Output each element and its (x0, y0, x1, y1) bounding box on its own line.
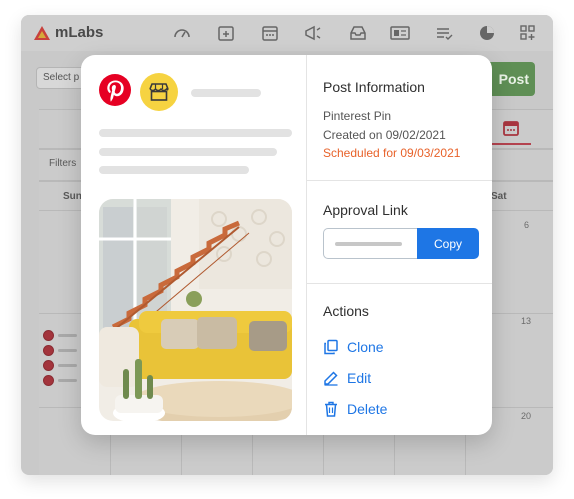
edit-action[interactable]: Edit (323, 370, 371, 386)
clone-icon (324, 339, 338, 355)
scheduled-pin-icon[interactable] (43, 375, 54, 386)
post-type: Pinterest Pin (323, 109, 392, 123)
post-detail-modal: Post Information Pinterest Pin Created o… (81, 55, 492, 435)
brand-name: mLabs (55, 24, 104, 41)
calendar-view-toggle[interactable] (491, 111, 531, 145)
scheduled-pin-icon[interactable] (43, 330, 54, 341)
new-post-button[interactable]: Post (487, 62, 535, 96)
scheduled-post-bar[interactable] (58, 364, 77, 367)
copy-link-button[interactable]: Copy (417, 228, 479, 259)
approval-link-title: Approval Link (323, 202, 408, 218)
inbox-icon[interactable] (348, 23, 368, 43)
scheduled-post-bar[interactable] (58, 334, 77, 337)
top-nav-bar: mLabs (21, 15, 553, 51)
section-divider (307, 180, 492, 181)
megaphone-icon[interactable] (303, 23, 323, 43)
actions-title: Actions (323, 303, 369, 319)
report-icon[interactable] (390, 23, 410, 43)
caption-placeholder-line (99, 129, 292, 137)
section-divider (307, 283, 492, 284)
calendar-date[interactable]: 6 (524, 220, 529, 230)
post-preview-panel (81, 55, 306, 435)
clone-label: Clone (347, 339, 384, 355)
approval-link-field[interactable] (323, 228, 418, 259)
scheduled-pin-icon[interactable] (43, 360, 54, 371)
filters-label[interactable]: Filters (49, 158, 76, 169)
post-button-label: Post (498, 71, 529, 87)
scheduled-pin-icon[interactable] (43, 345, 54, 356)
approval-icon[interactable] (434, 23, 454, 43)
post-info-panel: Post Information Pinterest Pin Created o… (307, 55, 492, 435)
calendar-date[interactable]: 20 (521, 411, 531, 421)
delete-action[interactable]: Delete (323, 401, 387, 417)
approval-link-placeholder (335, 242, 402, 246)
post-scheduled-date: Scheduled for 09/03/2021 (323, 146, 461, 160)
edit-icon (324, 371, 338, 386)
brand-logo[interactable]: mLabs (33, 24, 103, 41)
dashboard-icon[interactable] (172, 23, 192, 43)
calendar-add-icon[interactable] (216, 23, 236, 43)
delete-label: Delete (347, 401, 388, 417)
mlabs-logo-icon (34, 25, 50, 40)
scheduled-post-bar[interactable] (58, 379, 77, 382)
edit-label: Edit (347, 370, 372, 386)
calendar-date[interactable]: 13 (521, 316, 531, 326)
pinterest-icon (98, 73, 132, 107)
post-created-date: Created on 09/02/2021 (323, 128, 446, 142)
pie-chart-icon[interactable] (477, 23, 497, 43)
trash-icon (325, 401, 337, 417)
caption-placeholder-line (99, 148, 277, 156)
store-icon (140, 73, 178, 111)
account-name-placeholder (191, 89, 261, 97)
post-information-title: Post Information (323, 79, 425, 95)
calendar-view-icon (503, 121, 519, 136)
caption-placeholder-line (99, 166, 249, 174)
apps-add-icon[interactable] (518, 23, 538, 43)
clone-action[interactable]: Clone (323, 339, 384, 355)
weekday-saturday: Sat (491, 191, 507, 202)
scheduled-post-bar[interactable] (58, 349, 77, 352)
weekday-sunday: Sun (63, 191, 82, 202)
calendar-icon[interactable] (260, 23, 280, 43)
post-image (99, 199, 292, 421)
